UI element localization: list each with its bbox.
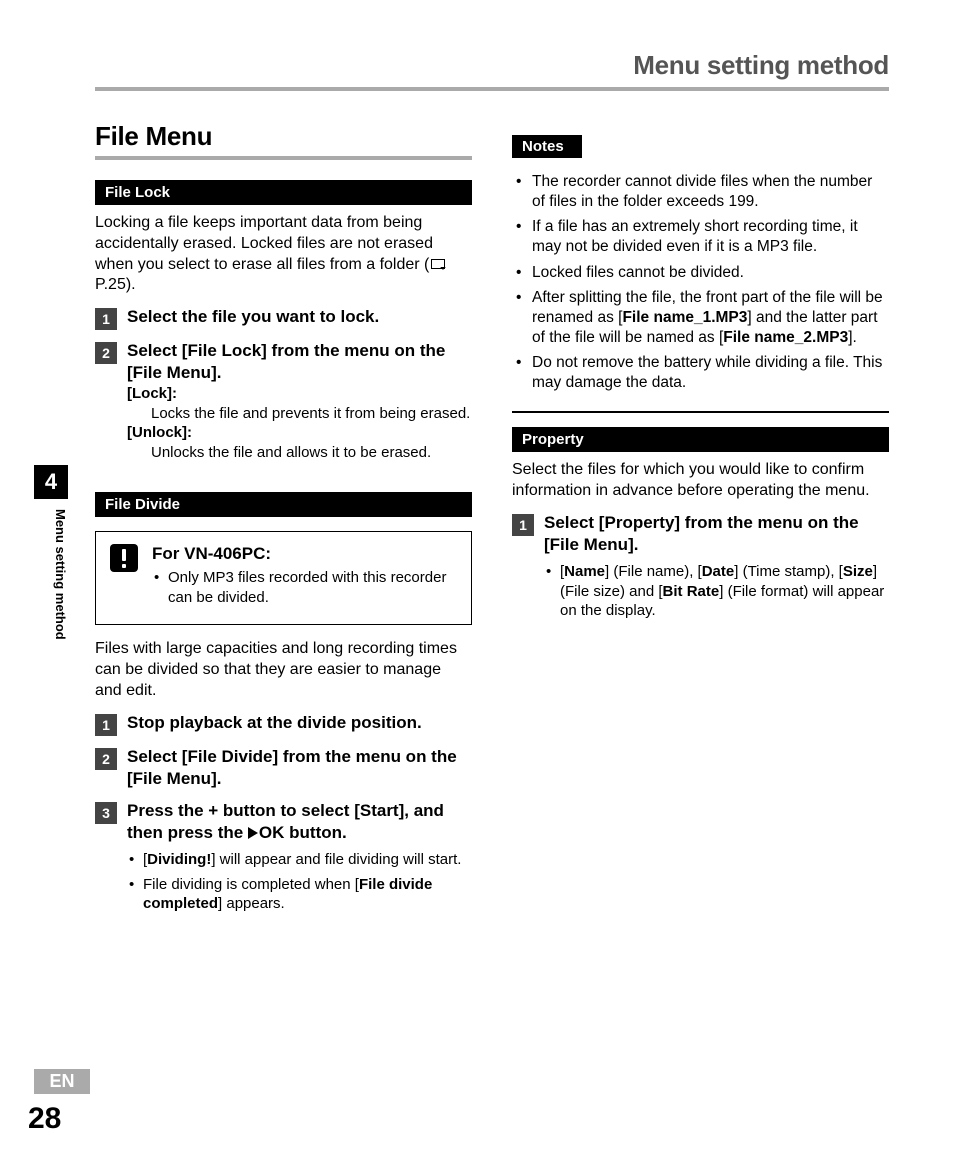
list-item: If a file has an extremely short recordi…	[512, 217, 889, 257]
list-item: Do not remove the battery while dividing…	[512, 353, 889, 393]
step-number-icon: 2	[95, 342, 117, 364]
t: ].	[211, 769, 221, 788]
divider	[512, 411, 889, 413]
t: ].	[211, 363, 221, 382]
file-lock-step-1: 1 Select the file you want to lock.	[95, 306, 472, 330]
file-lock-intro: Locking a file keeps important data from…	[95, 213, 472, 296]
callout-item: Only MP3 files recorded with this record…	[152, 568, 457, 607]
chapter-number: 4	[34, 465, 68, 499]
list-item: After splitting the file, the front part…	[512, 288, 889, 348]
file-divide-substeps: [Dividing!] will appear and file dividin…	[127, 850, 472, 914]
callout-box: For VN-406PC: Only MP3 files recorded wi…	[95, 531, 472, 625]
t: Select [	[127, 747, 187, 766]
section-title: File Menu	[95, 121, 472, 160]
property-step-1: 1 Select [Property] from the menu on the…	[512, 512, 889, 556]
t: ] will appear and file dividing will sta…	[211, 851, 461, 868]
lock-label: [Lock]:	[127, 384, 472, 404]
t: File dividing is completed when [	[143, 876, 359, 893]
t: Select [	[544, 513, 604, 532]
t: Start	[360, 801, 399, 820]
running-head: Menu setting method	[95, 50, 889, 91]
play-icon	[248, 827, 258, 839]
step-text: Select [File Divide] from the menu on th…	[127, 746, 472, 790]
t: Date	[702, 563, 735, 580]
t: Press the + button to select [	[127, 801, 360, 820]
step-number-icon: 1	[512, 514, 534, 536]
step-number-icon: 1	[95, 308, 117, 330]
list-item: [Dividing!] will appear and file dividin…	[127, 850, 472, 870]
list-item: The recorder cannot divide files when th…	[512, 172, 889, 212]
file-lock-step-2: 2 Select [File Lock] from the menu on th…	[95, 340, 472, 384]
step-text: Stop playback at the divide position.	[127, 712, 422, 734]
step-text: Select [Property] from the menu on the […	[544, 512, 889, 556]
notes-heading: Notes	[512, 135, 582, 158]
t: ].	[848, 329, 857, 346]
property-heading: Property	[512, 427, 889, 452]
step-number-icon: 2	[95, 748, 117, 770]
xref-icon	[431, 259, 445, 269]
file-divide-step-2: 2 Select [File Divide] from the menu on …	[95, 746, 472, 790]
lock-desc: Locks the file and prevents it from bein…	[151, 404, 472, 424]
step-text: Select the file you want to lock.	[127, 306, 379, 328]
t: ] (Time stamp), [	[734, 563, 843, 580]
step-text: Press the + button to select [Start], an…	[127, 800, 472, 844]
t: Property	[604, 513, 674, 532]
text: P.25).	[95, 276, 136, 293]
t: File Lock	[187, 341, 261, 360]
right-column: Notes The recorder cannot divide files w…	[512, 121, 889, 919]
t: File name_1.MP3	[622, 309, 747, 326]
t: Dividing!	[147, 851, 211, 868]
list-item: File dividing is completed when [File di…	[127, 875, 472, 914]
t: ] (File name), [	[605, 563, 702, 580]
step-text: Select [File Lock] from the menu on the …	[127, 340, 472, 384]
unlock-label: [Unlock]:	[127, 423, 472, 443]
lock-option: [Lock]: Locks the file and prevents it f…	[127, 384, 472, 462]
t: OK	[259, 823, 285, 842]
t: File Divide	[187, 747, 272, 766]
left-column: File Menu File Lock Locking a file keeps…	[95, 121, 472, 919]
t: Bit Rate	[663, 583, 720, 600]
side-label: Menu setting method	[34, 509, 68, 640]
step-number-icon: 3	[95, 802, 117, 824]
callout-title: For VN-406PC:	[152, 544, 457, 564]
file-divide-heading: File Divide	[95, 492, 472, 517]
list-item: [Name] (File name), [Date] (Time stamp),…	[544, 562, 889, 621]
page-number: 28	[28, 1102, 61, 1136]
list-item: Locked files cannot be divided.	[512, 263, 889, 283]
t: File Menu	[133, 769, 211, 788]
side-tab: 4 Menu setting method	[34, 465, 68, 640]
file-lock-heading: File Lock	[95, 180, 472, 205]
t: Select [	[127, 341, 187, 360]
language-tab: EN	[34, 1069, 90, 1094]
t: ] appears.	[218, 895, 285, 912]
t: File name_2.MP3	[723, 329, 848, 346]
notes-list: The recorder cannot divide files when th…	[512, 172, 889, 393]
t: Name	[564, 563, 605, 580]
property-intro: Select the files for which you would lik…	[512, 460, 889, 502]
t: File Menu	[133, 363, 211, 382]
t: Size	[843, 563, 873, 580]
file-divide-step-3: 3 Press the + button to select [Start], …	[95, 800, 472, 844]
text: Locking a file keeps important data from…	[95, 214, 433, 273]
t: button.	[284, 823, 346, 842]
property-substeps: [Name] (File name), [Date] (Time stamp),…	[544, 562, 889, 621]
unlock-desc: Unlocks the file and allows it to be era…	[151, 443, 472, 463]
t: ].	[628, 535, 638, 554]
file-divide-step-1: 1 Stop playback at the divide position.	[95, 712, 472, 736]
warning-icon	[110, 544, 138, 572]
t: File Menu	[550, 535, 628, 554]
file-divide-intro: Files with large capacities and long rec…	[95, 639, 472, 701]
step-number-icon: 1	[95, 714, 117, 736]
